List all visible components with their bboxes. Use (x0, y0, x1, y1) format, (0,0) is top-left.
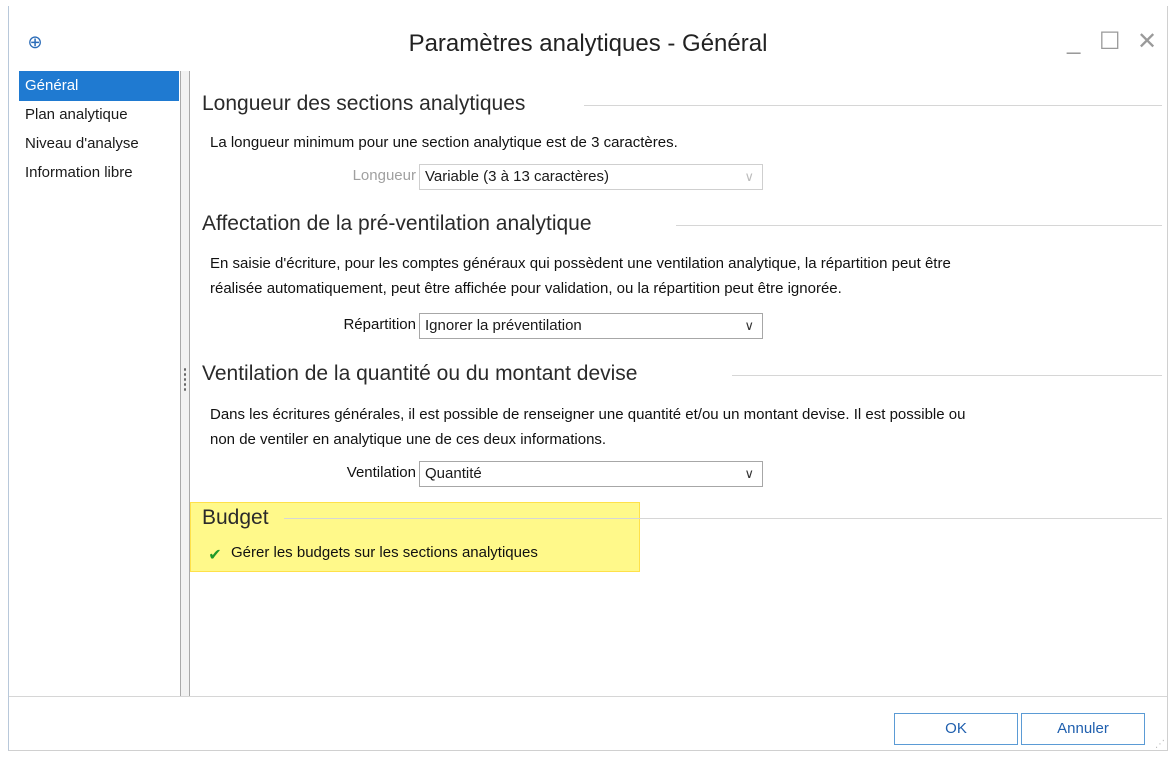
repartition-select-value: Ignorer la préventilation (425, 317, 582, 334)
ventilation-description-line1: Dans les écritures générales, il est pos… (210, 406, 966, 423)
repartition-select[interactable]: Ignorer la préventilation ∨ (419, 313, 763, 339)
sidebar-item-plan-analytique[interactable]: Plan analytique (19, 101, 179, 130)
cancel-button[interactable]: Annuler (1021, 713, 1145, 745)
window-title: Paramètres analytiques - Général (408, 30, 768, 57)
title-bar: ⊕ Paramètres analytiques - Général _ ☐ ✕ (9, 6, 1167, 68)
settings-panel: Longueur des sections analytiques La lon… (192, 71, 1167, 696)
chevron-down-icon: ∨ (744, 169, 754, 184)
repartition-label: Répartition (343, 316, 416, 333)
ventilation-description-line2: non de ventiler en analytique une de ces… (210, 431, 607, 448)
section-divider (732, 375, 1162, 376)
sidebar-nav: Général Plan analytique Niveau d'analyse… (19, 71, 179, 696)
resize-grip-icon[interactable]: ⋰ (1155, 739, 1165, 750)
section-title-ventilation: Ventilation de la quantité ou du montant… (202, 362, 638, 385)
maximize-icon[interactable]: ☐ (1099, 28, 1121, 56)
ventilation-select[interactable]: Quantité ∨ (419, 461, 763, 487)
minimize-icon[interactable]: _ (1067, 28, 1080, 56)
checkmark-icon[interactable]: ✔ (207, 548, 223, 564)
pane-splitter[interactable] (180, 71, 190, 696)
ok-button[interactable]: OK (894, 713, 1018, 745)
section-divider (676, 225, 1162, 226)
dialog-window: ⊕ Paramètres analytiques - Général _ ☐ ✕… (8, 6, 1168, 751)
sidebar-item-general[interactable]: Général (19, 71, 179, 101)
longueur-description: La longueur minimum pour une section ana… (210, 134, 678, 151)
section-title-longueur: Longueur des sections analytiques (202, 92, 526, 115)
budget-checkbox-row[interactable]: ✔ Gérer les budgets sur les sections anal… (207, 544, 538, 564)
ventilation-label: Ventilation (346, 464, 416, 481)
longueur-label: Longueur (352, 167, 416, 184)
budget-checkbox-label: Gérer les budgets sur les sections analy… (231, 544, 538, 561)
sidebar-item-niveau-analyse[interactable]: Niveau d'analyse (19, 130, 179, 159)
chevron-down-icon[interactable]: ∨ (744, 462, 754, 486)
dialog-footer: OK Annuler ⋰ (9, 696, 1167, 752)
splitter-grip-icon[interactable] (183, 367, 187, 393)
affectation-description-line1: En saisie d'écriture, pour les comptes g… (210, 255, 951, 272)
close-icon[interactable]: ✕ (1137, 28, 1157, 56)
sidebar-item-information-libre[interactable]: Information libre (19, 159, 179, 188)
section-divider (284, 518, 1162, 519)
section-title-affectation: Affectation de la pré-ventilation analyt… (202, 212, 592, 235)
affectation-description-line2: réalisée automatiquement, peut être affi… (210, 280, 842, 297)
longueur-select-value: Variable (3 à 13 caractères) (425, 168, 609, 185)
ventilation-select-value: Quantité (425, 465, 482, 482)
longueur-select: Variable (3 à 13 caractères) ∨ (419, 164, 763, 190)
section-divider (584, 105, 1162, 106)
chevron-down-icon[interactable]: ∨ (744, 314, 754, 338)
section-title-budget: Budget (202, 506, 269, 529)
